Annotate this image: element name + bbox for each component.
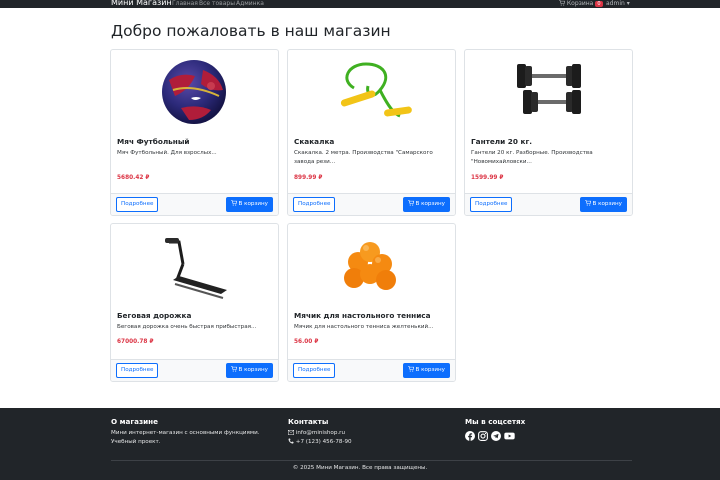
card-footer: Подробнее В корзину [288, 193, 455, 215]
facebook-icon[interactable] [465, 431, 475, 441]
add-to-cart-label: В корзину [415, 367, 445, 373]
footer-phone-text: +7 (123) 456-78-90 [295, 439, 352, 445]
treadmill-icon[interactable] [111, 224, 278, 304]
add-to-cart-button[interactable]: В корзину [403, 363, 450, 378]
nav-link-home[interactable]: Главная [172, 0, 198, 7]
add-to-cart-button[interactable]: В корзину [226, 197, 273, 212]
cart-count-badge: 0 [595, 1, 603, 7]
card-footer: Подробнее В корзину [111, 193, 278, 215]
add-to-cart-label: В корзину [592, 201, 622, 207]
product-description: Скакалка. 2 метра. Производства "Самарск… [294, 150, 433, 165]
product-description: Беговая дорожка очень быстрая прибыстрая… [117, 324, 257, 330]
add-to-cart-button[interactable]: В корзину [580, 197, 627, 212]
product-card: Мячик для настольного тенниса Мячик для … [287, 223, 456, 382]
nav-cart-link[interactable]: Корзина 0 [559, 0, 603, 7]
add-to-cart-label: В корзину [415, 201, 445, 207]
envelope-icon [288, 429, 294, 435]
footer-about-title: О магазине [111, 417, 158, 426]
instagram-icon[interactable] [478, 431, 488, 441]
youtube-icon[interactable] [504, 431, 515, 441]
product-card: Гантели 20 кг. Гантели 20 кг. Разборные.… [464, 49, 633, 216]
product-card: Мяч Футбольный Мяч Футбольный. Для взрос… [110, 49, 279, 216]
footer-divider [111, 460, 632, 461]
nav-link-all-products[interactable]: Все товары [199, 0, 235, 7]
card-footer: Подробнее В корзину [288, 359, 455, 381]
product-price: 67000.78 ₽ [117, 339, 154, 345]
brand-link[interactable]: Мини Магазин [111, 0, 172, 8]
product-title[interactable]: Гантели 20 кг. [471, 137, 532, 146]
cart-icon [231, 200, 238, 206]
product-price: 1599.99 ₽ [471, 175, 504, 181]
product-title[interactable]: Мяч Футбольный [117, 137, 190, 146]
product-title[interactable]: Мячик для настольного тенниса [294, 311, 431, 320]
add-to-cart-label: В корзину [238, 367, 268, 373]
footer-phone[interactable]: +7 (123) 456-78-90 [288, 438, 352, 447]
product-description: Мячик для настольного тенниса желтенький… [294, 324, 434, 330]
product-description: Мяч Футбольный. Для взрослых... [117, 150, 217, 156]
telegram-icon[interactable] [491, 431, 501, 441]
details-button[interactable]: Подробнее [116, 363, 159, 378]
add-to-cart-button[interactable]: В корзину [226, 363, 273, 378]
add-to-cart-button[interactable]: В корзину [403, 197, 450, 212]
add-to-cart-label: В корзину [238, 201, 268, 207]
site-footer: О магазине Мини интернет-магазин с основ… [0, 408, 720, 480]
phone-icon [288, 438, 294, 444]
product-description: Гантели 20 кг. Разборные. Производства "… [471, 150, 593, 165]
product-price: 56.00 ₽ [294, 339, 319, 345]
footer-copyright: © 2025 Мини Магазин. Все права защищены. [292, 465, 428, 471]
footer-email-text: info@minishop.ru [295, 430, 346, 436]
card-footer: Подробнее В корзину [465, 193, 632, 215]
user-dropdown[interactable]: admin ▾ [606, 0, 630, 7]
cart-icon [585, 200, 592, 206]
details-button[interactable]: Подробнее [293, 197, 336, 212]
social-links [465, 431, 515, 441]
product-title[interactable]: Скакалка [294, 137, 334, 146]
cart-icon [231, 366, 238, 372]
cart-icon [408, 366, 415, 372]
cart-label: Корзина [566, 0, 594, 7]
product-price: 5680.42 ₽ [117, 175, 150, 181]
product-title[interactable]: Беговая дорожка [117, 311, 191, 320]
product-card: Беговая дорожка Беговая дорожка очень бы… [110, 223, 279, 382]
product-price: 899.99 ₽ [294, 175, 323, 181]
navbar: Мини Магазин Главная Все товары Админка … [0, 0, 720, 8]
details-button[interactable]: Подробнее [470, 197, 513, 212]
nav-link-admin[interactable]: Админка [236, 0, 264, 7]
ping-pong-balls-icon[interactable] [288, 224, 455, 304]
dumbbells-icon[interactable] [465, 50, 632, 130]
footer-social-title: Мы в соцсетях [465, 417, 526, 426]
soccer-ball-icon[interactable] [111, 50, 278, 130]
product-card: Скакалка Скакалка. 2 метра. Производства… [287, 49, 456, 216]
details-button[interactable]: Подробнее [116, 197, 159, 212]
footer-email[interactable]: info@minishop.ru [288, 429, 345, 438]
cart-icon [559, 0, 566, 6]
details-button[interactable]: Подробнее [293, 363, 336, 378]
cart-icon [408, 200, 415, 206]
jump-rope-icon[interactable] [288, 50, 455, 130]
card-footer: Подробнее В корзину [111, 359, 278, 381]
page-title: Добро пожаловать в наш магазин [111, 22, 391, 40]
footer-contacts-title: Контакты [288, 417, 329, 426]
footer-about-text: Мини интернет-магазин с основными функци… [111, 430, 260, 445]
